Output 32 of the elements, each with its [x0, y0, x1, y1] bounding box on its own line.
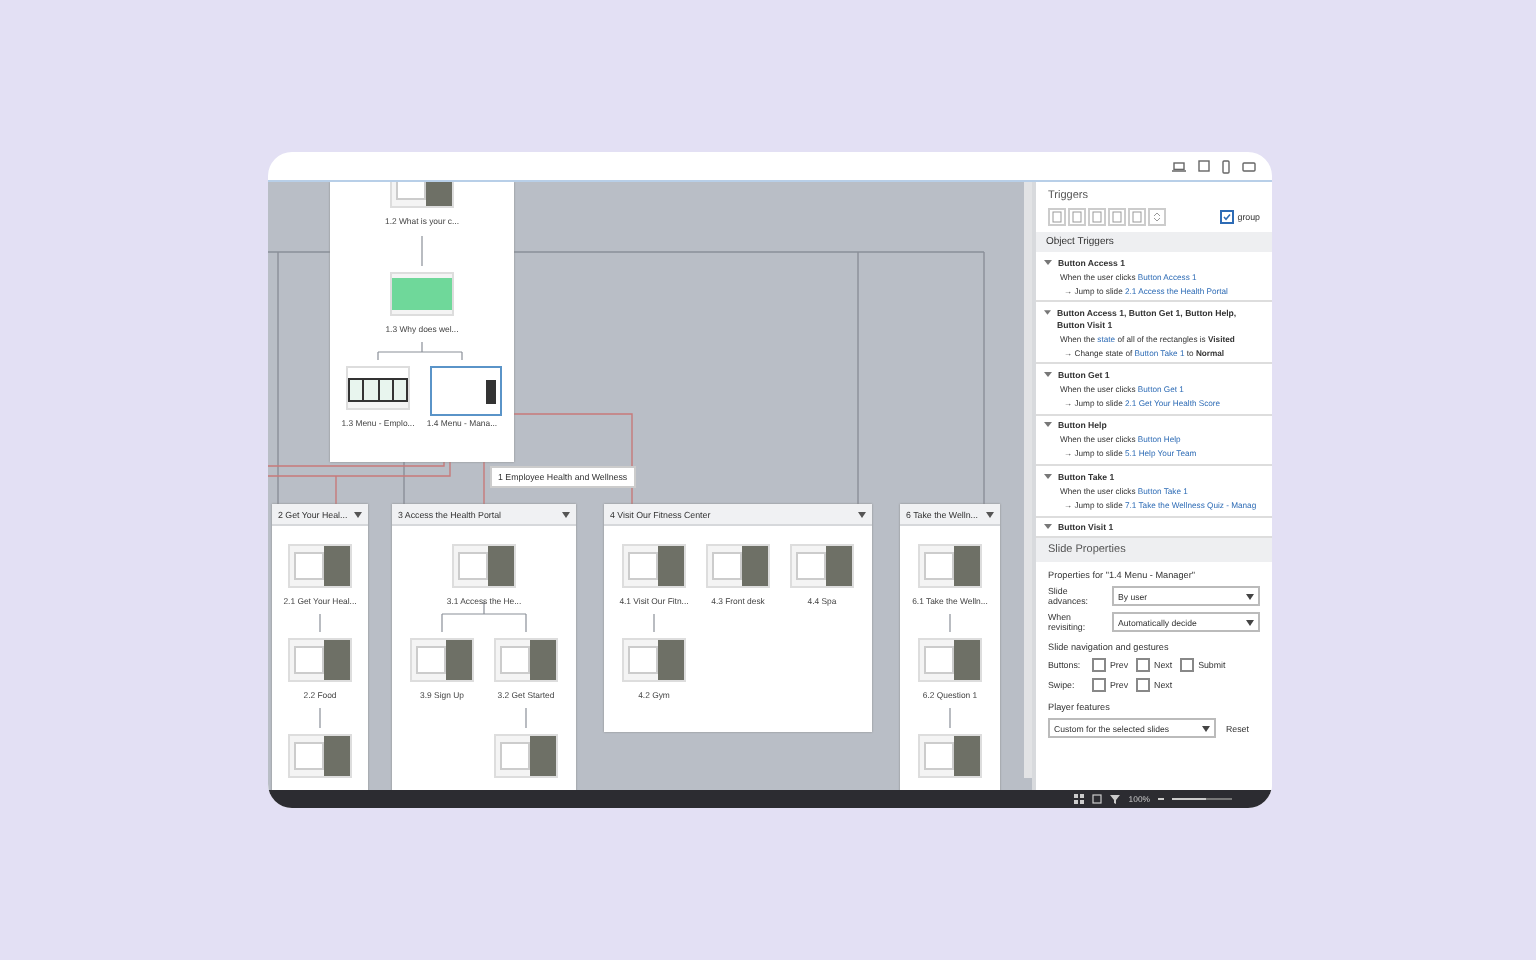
slide-thumbnail[interactable]	[430, 366, 502, 416]
caret-icon[interactable]	[354, 511, 362, 517]
phone-icon[interactable]	[1222, 159, 1230, 173]
caret-icon[interactable]	[986, 511, 994, 517]
connector-lines	[377, 235, 463, 361]
collapse-caret-icon[interactable]	[1044, 471, 1052, 480]
checkbox[interactable]	[1136, 658, 1151, 673]
collapse-caret-icon[interactable]	[1044, 522, 1052, 531]
checkbox[interactable]	[1180, 658, 1195, 673]
connector-lines	[319, 613, 321, 729]
connector-lines	[949, 613, 951, 729]
collapse-caret-icon[interactable]	[1044, 369, 1052, 378]
caret-icon[interactable]	[562, 511, 570, 517]
up-down-icon[interactable]	[1148, 208, 1166, 226]
checkbox[interactable]	[1092, 658, 1106, 673]
caret-icon	[1246, 593, 1254, 600]
group-checkbox[interactable]	[1219, 210, 1234, 224]
grid-icon[interactable]	[1074, 794, 1085, 804]
collapse-caret-icon[interactable]	[1044, 420, 1052, 429]
caret-icon	[1202, 725, 1210, 732]
tablet-icon[interactable]	[1198, 160, 1210, 172]
laptop-icon[interactable]	[1172, 161, 1186, 171]
checkbox[interactable]	[1136, 678, 1151, 693]
list-icon[interactable]	[1092, 794, 1103, 804]
caret-icon[interactable]	[858, 511, 866, 517]
collapse-caret-icon[interactable]	[1044, 307, 1051, 316]
connector-lines	[653, 613, 655, 633]
caret-icon	[1246, 619, 1254, 626]
funnel-icon[interactable]	[1110, 794, 1121, 804]
checkbox[interactable]	[1092, 678, 1106, 693]
collapse-caret-icon[interactable]	[1044, 257, 1052, 265]
tablet-landscape-icon[interactable]	[1242, 161, 1256, 171]
